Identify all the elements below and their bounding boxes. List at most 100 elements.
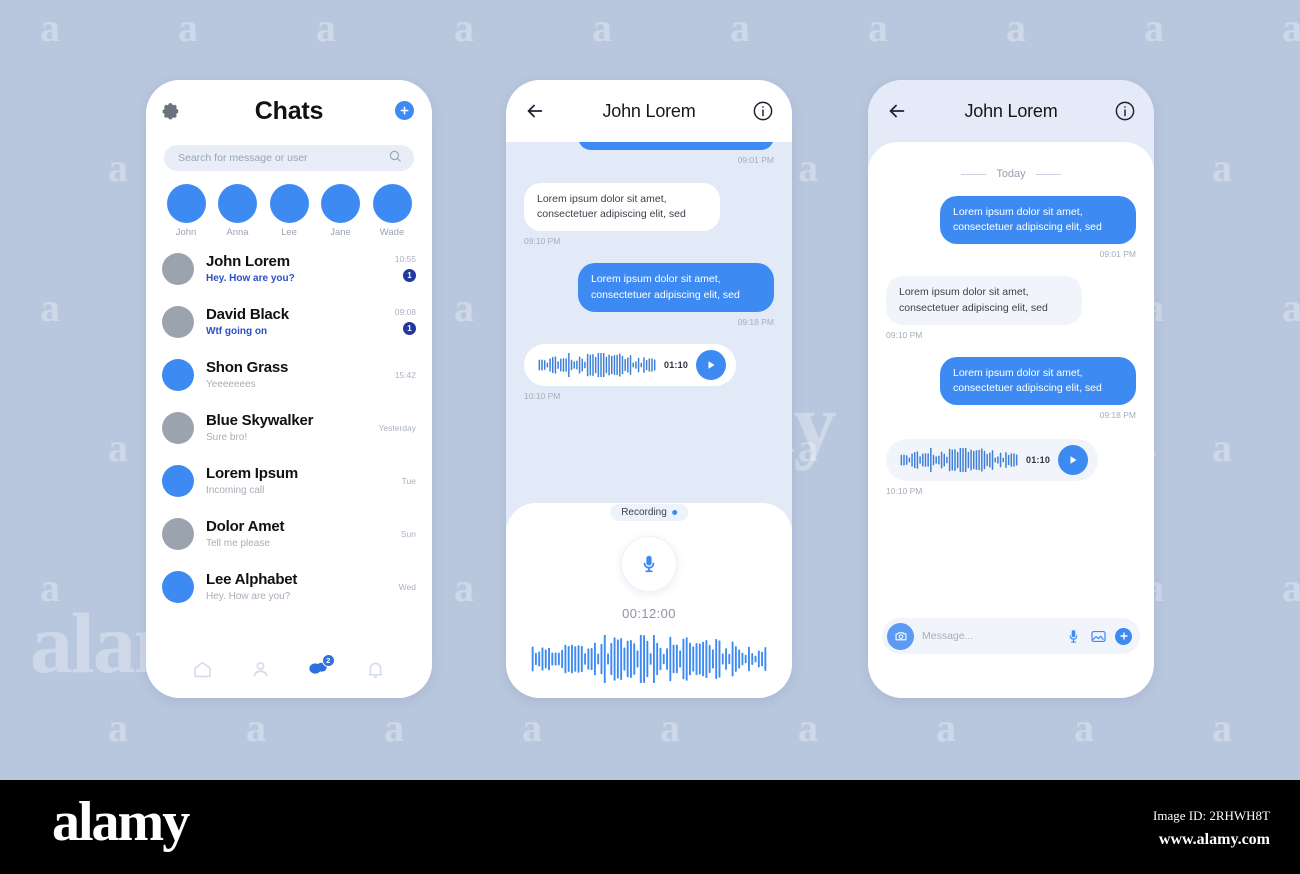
add-chat-button[interactable] <box>395 101 414 120</box>
image-icon[interactable] <box>1090 628 1107 645</box>
chat-list-item[interactable]: Dolor Amet Tell me please Sun <box>162 507 416 560</box>
story-item[interactable]: Anna <box>214 184 262 238</box>
story-name: John <box>175 227 197 238</box>
message-bubble-out: Lorem ipsum dolor sit amet, consectetuer… <box>940 356 1136 406</box>
unread-badge: 1 <box>403 269 416 282</box>
story-item[interactable]: Lee <box>265 184 313 238</box>
info-icon[interactable] <box>752 100 774 122</box>
conversation-title-2: John Lorem <box>602 100 696 121</box>
message-bubble-out: Lorem ipsum dolor sit amet, consectetuer… <box>940 196 1136 245</box>
voice-message-3[interactable]: 01:10 <box>886 439 1098 482</box>
back-arrow-icon[interactable] <box>886 100 908 122</box>
avatar <box>162 570 194 603</box>
avatar <box>162 358 194 391</box>
message-input-bar[interactable] <box>882 618 1140 654</box>
phone-chats-list: Chats JohnAnnaLeeJaneWade John LoremHey.… <box>146 80 432 698</box>
avatar <box>162 252 194 285</box>
gear-icon[interactable] <box>162 101 182 121</box>
chat-time: Yesterday <box>378 422 417 433</box>
camera-icon[interactable] <box>887 622 914 650</box>
chat-list-item[interactable]: David Black Wtf going on 09:08 1 <box>162 295 416 348</box>
chat-name: Blue Skywalker <box>206 412 314 430</box>
conversation-title-3: John Lorem <box>964 100 1058 121</box>
chat-name: John Lorem <box>206 253 290 271</box>
recording-label: Recording <box>621 507 667 518</box>
message-input[interactable] <box>922 630 1057 642</box>
alamy-url[interactable]: www.alamy.com <box>1159 831 1270 849</box>
search-bar[interactable] <box>164 145 414 171</box>
avatar <box>162 464 194 497</box>
chat-name: David Black <box>206 306 289 324</box>
info-icon[interactable] <box>1114 100 1136 122</box>
message-time: 10:10 PM <box>524 390 561 401</box>
search-icon[interactable] <box>388 149 402 168</box>
day-divider-label: Today <box>996 168 1026 180</box>
chat-name: Dolor Amet <box>206 518 285 536</box>
page-title: Chats <box>254 96 324 125</box>
chat-time: Sun <box>400 528 416 539</box>
phone-conversation: John Lorem Today Lorem ipsum dolor sit a… <box>868 80 1154 698</box>
chat-list-item[interactable]: Lee Alphabet Hey. How are you? Wed <box>162 560 416 613</box>
chat-time: 10:55 <box>394 254 416 264</box>
voice-message-2[interactable]: 01:10 <box>524 343 736 386</box>
message-time: 09:01 PM <box>1099 249 1136 260</box>
play-button[interactable] <box>696 349 727 380</box>
divider-line-left <box>961 173 987 175</box>
story-item[interactable]: Jane <box>317 184 365 238</box>
message-bubble-in: Lorem ipsum dolor sit amet, consectetuer… <box>886 276 1082 325</box>
bottom-tab-bar: 2 <box>146 640 432 698</box>
story-item[interactable]: John <box>162 184 210 238</box>
story-name: Anna <box>226 227 249 238</box>
story-name: Jane <box>330 227 351 238</box>
chat-preview: Sure bro! <box>206 431 248 443</box>
divider-line-right <box>1035 173 1061 175</box>
microphone-icon[interactable] <box>1065 628 1082 645</box>
tab-home[interactable] <box>190 656 216 682</box>
back-arrow-icon[interactable] <box>524 100 546 122</box>
chat-list-item[interactable]: John Lorem Hey. How are you? 10:55 1 <box>162 242 416 295</box>
microphone-button[interactable] <box>621 536 677 592</box>
stories-row: John Anna Lee Jane Wade <box>146 171 432 242</box>
avatar[interactable] <box>166 184 206 223</box>
chat-list-item[interactable]: Blue Skywalker Sure bro! Yesterday <box>162 401 416 454</box>
chat-time: 09:08 <box>394 307 416 317</box>
story-item[interactable]: Wade <box>368 184 416 238</box>
recording-status-pill: Recording <box>610 504 688 521</box>
message-bubble-in: Lorem ipsum dolor sit amet, consectetuer… <box>524 183 720 232</box>
chat-preview: Tell me please <box>206 537 270 549</box>
message-scroll-3[interactable]: Today Lorem ipsum dolor sit amet, consec… <box>868 142 1154 698</box>
search-input[interactable] <box>178 152 388 164</box>
avatar[interactable] <box>269 184 309 223</box>
chat-time: Wed <box>398 581 416 592</box>
recording-dot-icon <box>671 510 677 515</box>
tab-notifications[interactable] <box>362 656 388 682</box>
alamy-logo: alamy <box>52 791 190 853</box>
chat-list-item[interactable]: Lorem Ipsum Incoming call Tue <box>162 454 416 507</box>
avatar[interactable] <box>372 184 412 223</box>
tab-profile[interactable] <box>247 656 273 682</box>
avatar <box>162 411 194 444</box>
message-time: 10:10 PM <box>886 486 923 497</box>
story-name: Wade <box>379 227 405 238</box>
play-button[interactable] <box>1058 445 1089 476</box>
chats-header: Chats <box>146 80 432 142</box>
chat-preview: Wtf going on <box>206 325 268 337</box>
story-name: Lee <box>281 227 297 238</box>
alamy-footer: alamy Image ID: 2RHWH8T www.alamy.com <box>0 780 1300 874</box>
conversation-header-3: John Lorem <box>868 80 1154 142</box>
tab-chats[interactable]: 2 <box>305 654 335 682</box>
avatar[interactable] <box>321 184 360 223</box>
chat-list-item[interactable]: Shon Grass Yeeeeeees 15:42 <box>162 348 416 401</box>
avatar <box>162 517 194 550</box>
chat-preview: Incoming call <box>206 484 265 496</box>
avatar <box>162 305 194 338</box>
message-time: 09:18 PM <box>737 316 774 327</box>
recording-elapsed: 00:12:00 <box>622 606 676 621</box>
chat-list: John Lorem Hey. How are you? 10:55 1 David B… <box>146 242 432 613</box>
avatar[interactable] <box>218 184 257 223</box>
phones-stage: Chats JohnAnnaLeeJaneWade John LoremHey.… <box>0 0 1300 874</box>
message-time: 09:10 PM <box>524 236 561 247</box>
chat-time: 15:42 <box>394 369 416 380</box>
plus-icon[interactable] <box>1115 627 1132 645</box>
message-time: 09:10 PM <box>886 329 923 340</box>
